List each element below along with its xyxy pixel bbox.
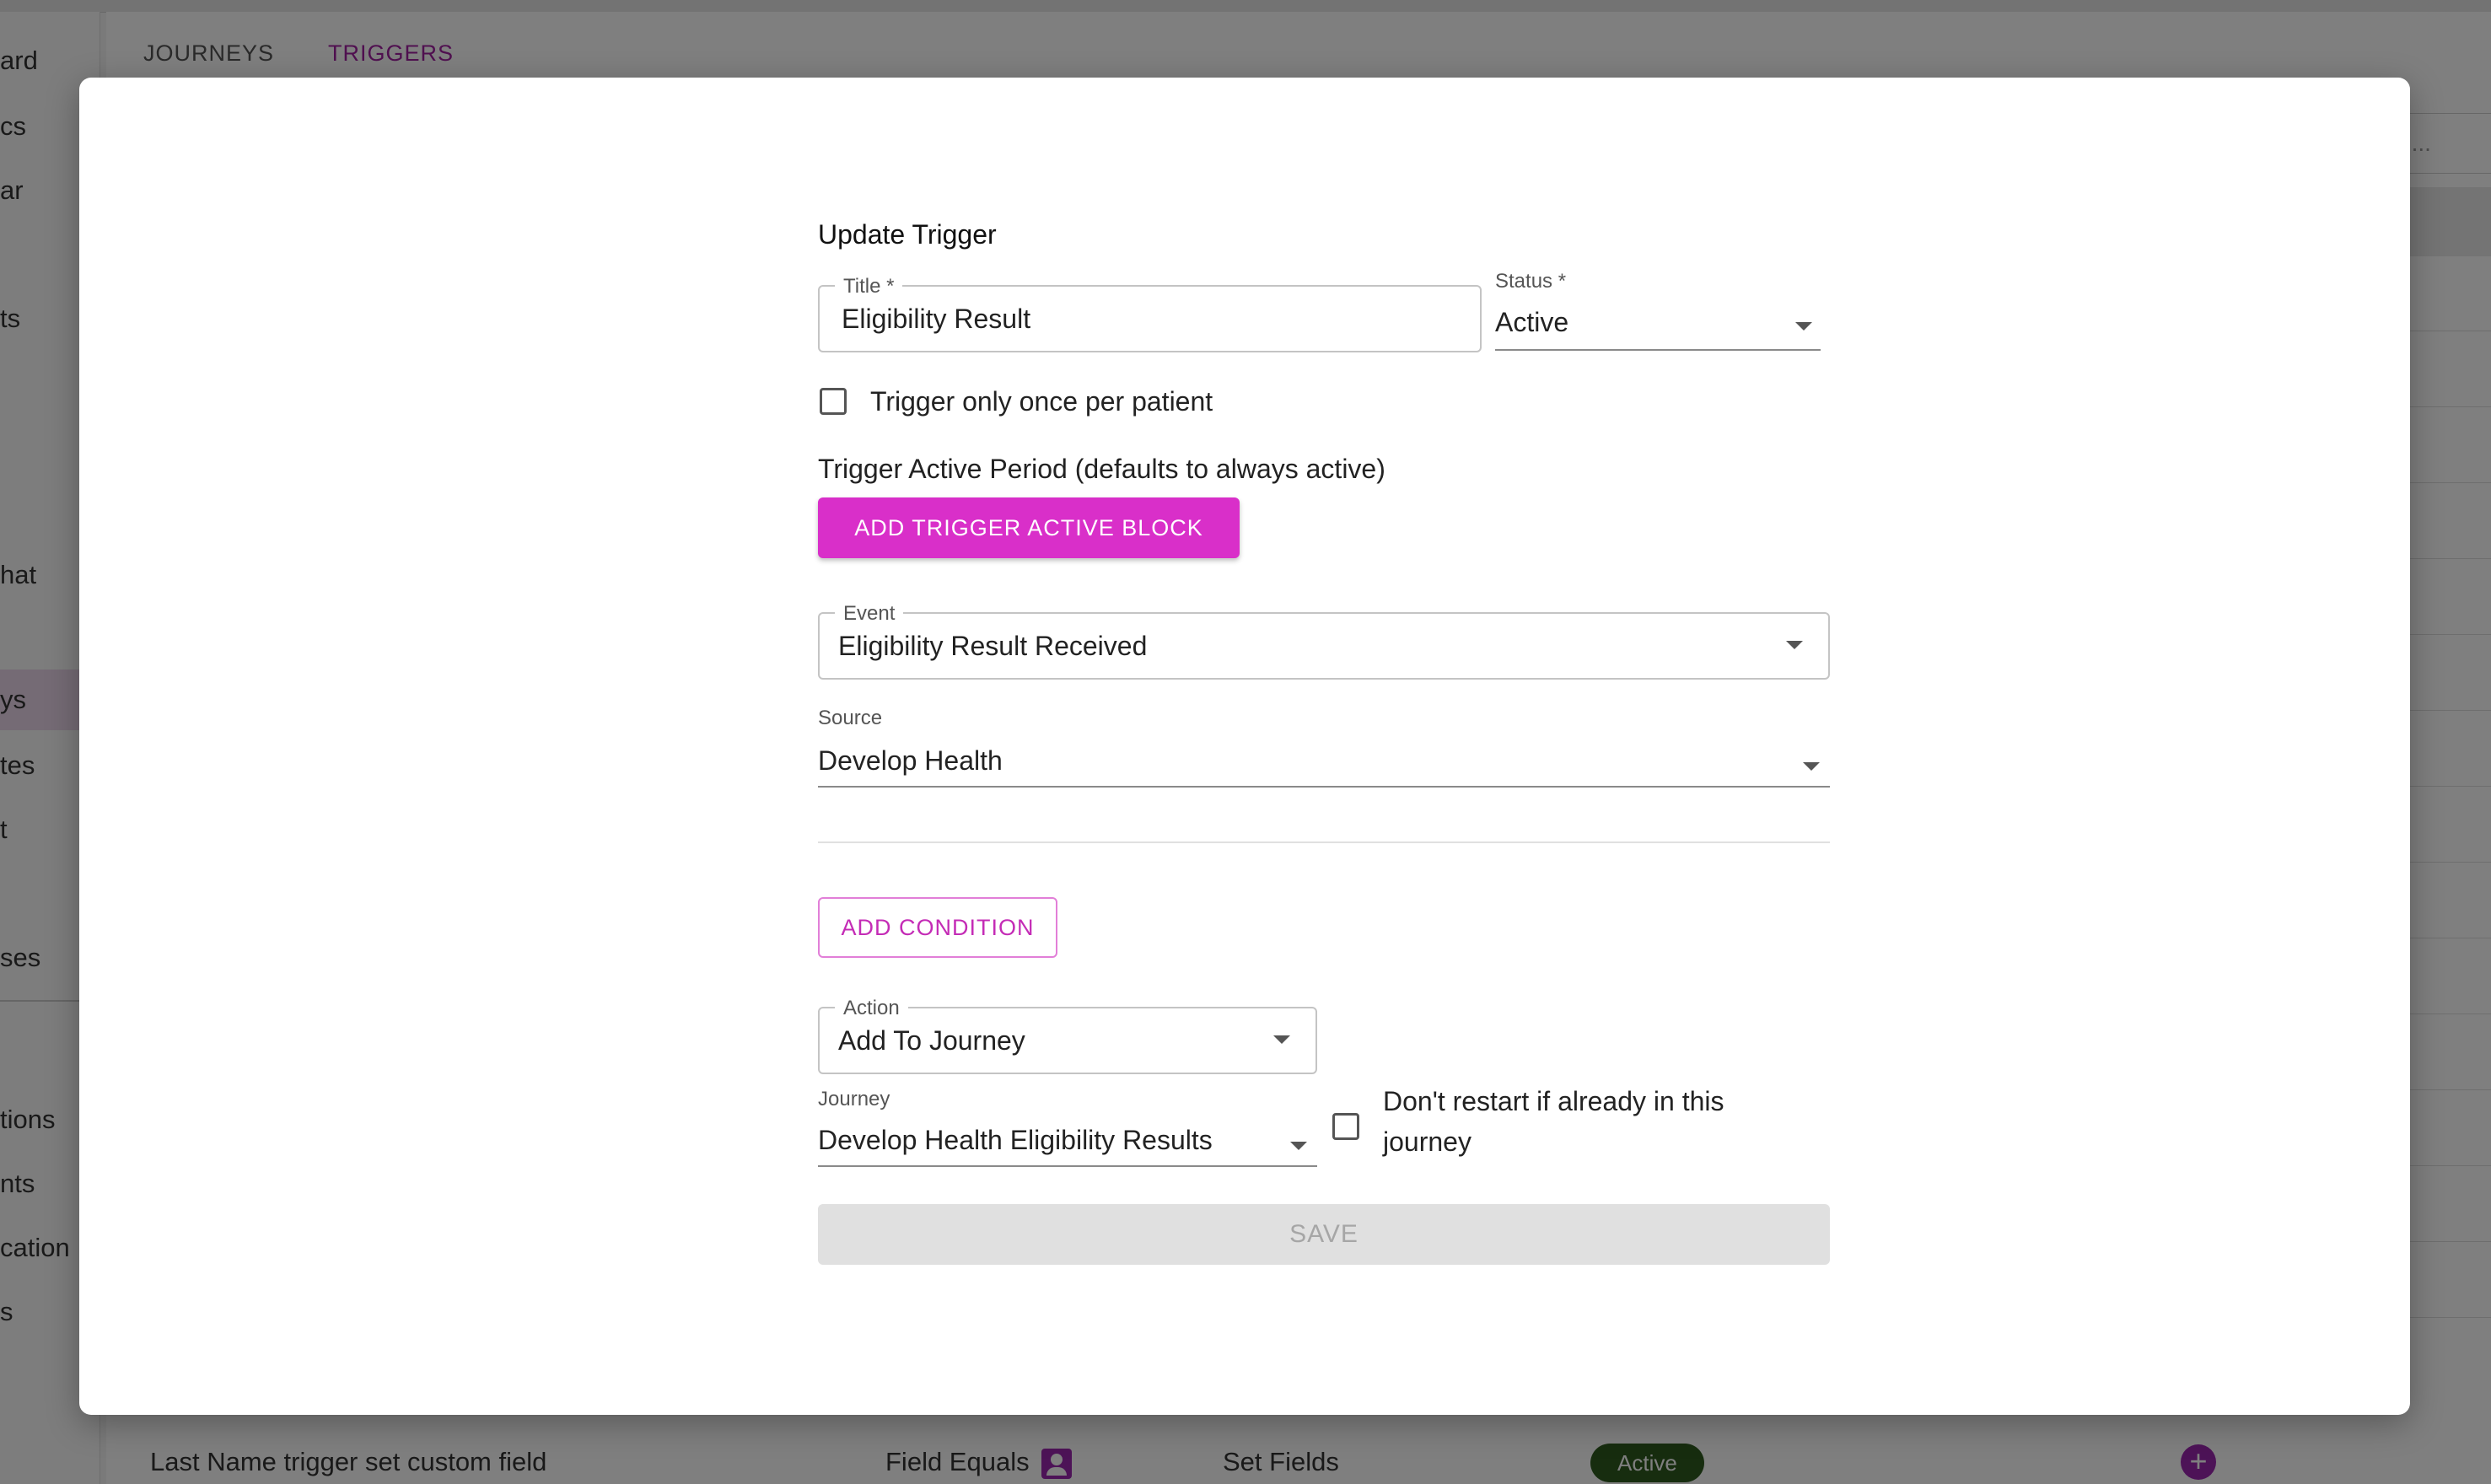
title-field-value: Eligibility Result bbox=[842, 304, 1031, 334]
dialog-title: Update Trigger bbox=[818, 219, 997, 250]
add-condition-button[interactable]: ADD CONDITION bbox=[818, 897, 1057, 958]
dont-restart-label-line2: journey bbox=[1383, 1126, 1471, 1157]
event-select-value: Eligibility Result Received bbox=[838, 631, 1148, 661]
active-period-label: Trigger Active Period (defaults to alway… bbox=[818, 454, 1385, 484]
status-select[interactable]: Status * Active bbox=[1495, 270, 1821, 351]
chevron-down-icon bbox=[1786, 641, 1803, 649]
journey-select-value: Develop Health Eligibility Results bbox=[818, 1125, 1213, 1155]
status-select-label: Status * bbox=[1495, 270, 1567, 293]
once-per-patient-label: Trigger only once per patient bbox=[870, 386, 1213, 417]
source-select[interactable]: Source Develop Health bbox=[818, 707, 1830, 788]
journey-select-label: Journey bbox=[818, 1088, 890, 1110]
add-trigger-active-block-button[interactable]: ADD TRIGGER ACTIVE BLOCK bbox=[818, 497, 1240, 558]
save-button[interactable]: SAVE bbox=[818, 1204, 1830, 1265]
action-select[interactable]: Action Add To Journey bbox=[818, 997, 1317, 1074]
trigger-form: Update Trigger Title * Eligibility Resul… bbox=[818, 78, 1830, 1415]
chevron-down-icon bbox=[1290, 1142, 1307, 1150]
dont-restart-checkbox[interactable] bbox=[1332, 1113, 1359, 1140]
action-select-label: Action bbox=[835, 997, 908, 1020]
once-per-patient-checkbox[interactable] bbox=[820, 388, 847, 415]
update-trigger-dialog: Update Trigger Title * Eligibility Resul… bbox=[79, 78, 2410, 1415]
chevron-down-icon bbox=[1803, 762, 1820, 771]
title-field-label: Title * bbox=[835, 275, 903, 298]
journey-select[interactable]: Journey Develop Health Eligibility Resul… bbox=[818, 1088, 1317, 1167]
dont-restart-label: Don't restart if already in this journey bbox=[1383, 1081, 1724, 1162]
title-field[interactable]: Title * Eligibility Result bbox=[818, 275, 1482, 352]
event-select[interactable]: Event Eligibility Result Received bbox=[818, 602, 1830, 680]
chevron-down-icon bbox=[1273, 1035, 1290, 1044]
status-select-value: Active bbox=[1495, 307, 1569, 337]
section-divider bbox=[818, 841, 1830, 843]
event-select-label: Event bbox=[835, 602, 904, 626]
source-select-value: Develop Health bbox=[818, 745, 1003, 776]
chevron-down-icon bbox=[1795, 322, 1812, 331]
action-select-value: Add To Journey bbox=[838, 1025, 1025, 1056]
source-select-label: Source bbox=[818, 707, 883, 729]
dont-restart-label-line1: Don't restart if already in this bbox=[1383, 1086, 1724, 1116]
